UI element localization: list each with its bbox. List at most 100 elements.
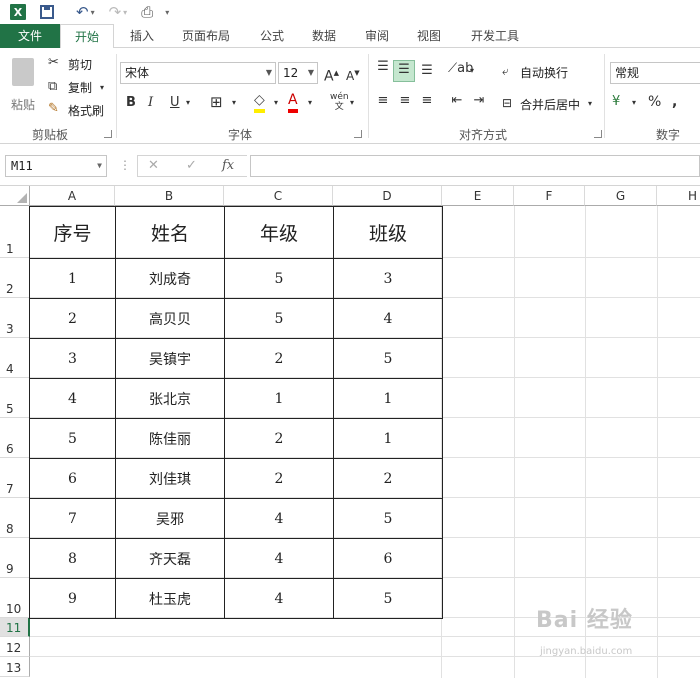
header-cell-class[interactable]: 班级 — [333, 206, 443, 259]
row-header-5[interactable]: 5 — [0, 378, 30, 418]
table-cell[interactable]: 2 — [224, 458, 334, 499]
copy-button[interactable]: 复制 — [68, 79, 92, 96]
table-cell[interactable]: 张北京 — [115, 378, 225, 419]
tab-formulas[interactable]: 公式 — [254, 24, 290, 48]
table-cell[interactable]: 5 — [29, 418, 116, 459]
row-header-4[interactable]: 4 — [0, 338, 30, 378]
column-header-h[interactable]: H — [657, 186, 700, 206]
table-cell[interactable]: 3 — [29, 338, 116, 379]
copy-dropdown-icon[interactable]: ▾ — [100, 79, 104, 97]
increase-indent-icon[interactable]: ⇥ — [470, 92, 488, 110]
print-preview-icon[interactable]: ⎙ — [141, 3, 153, 21]
row-header-9[interactable]: 9 — [0, 538, 30, 578]
row-header-7[interactable]: 7 — [0, 458, 30, 498]
align-right-icon[interactable]: ≡ — [418, 92, 436, 110]
align-center-icon[interactable]: ≡ — [396, 92, 414, 110]
fill-color-icon[interactable]: ◇ — [254, 91, 265, 113]
table-cell[interactable]: 6 — [29, 458, 116, 499]
table-cell[interactable]: 吴邪 — [115, 498, 225, 539]
tab-insert[interactable]: 插入 — [124, 24, 160, 48]
undo-icon[interactable]: ↶ — [76, 3, 89, 21]
font-color-icon[interactable]: A — [288, 91, 298, 113]
wrap-text-button[interactable]: 自动换行 — [520, 64, 568, 81]
paste-button[interactable]: 粘贴 — [8, 56, 40, 112]
phonetic-icon[interactable]: wén 文 — [330, 92, 349, 112]
row-header-1[interactable]: 1 — [0, 206, 30, 258]
customize-icon[interactable]: ▾ — [165, 8, 169, 17]
row-header-10[interactable]: 10 — [0, 578, 30, 618]
table-cell[interactable]: 吴镇宇 — [115, 338, 225, 379]
header-cell-index[interactable]: 序号 — [29, 206, 116, 259]
header-cell-name[interactable]: 姓名 — [115, 206, 225, 259]
merge-center-button[interactable]: 合并后居中 — [520, 96, 580, 113]
increase-font-icon[interactable]: A▲ — [324, 64, 339, 86]
align-middle-icon[interactable]: ☰ — [393, 60, 415, 82]
row-header-3[interactable]: 3 — [0, 298, 30, 338]
font-size-select[interactable]: 12 ▼ — [278, 62, 318, 84]
column-header-g[interactable]: G — [585, 186, 657, 206]
alignment-dialog-launcher[interactable] — [594, 130, 602, 138]
table-cell[interactable]: 4 — [224, 538, 334, 579]
table-cell[interactable]: 3 — [333, 258, 443, 299]
table-cell[interactable]: 5 — [224, 298, 334, 339]
align-bottom-icon[interactable]: ☰ — [418, 62, 436, 80]
table-cell[interactable]: 4 — [29, 378, 116, 419]
row-header-13[interactable]: 13 — [0, 657, 30, 677]
decrease-indent-icon[interactable]: ⇤ — [448, 92, 466, 110]
table-cell[interactable]: 杜玉虎 — [115, 578, 225, 619]
table-cell[interactable]: 5 — [333, 338, 443, 379]
align-top-icon[interactable]: ☰ — [374, 58, 392, 76]
cancel-icon[interactable]: ✕ — [148, 158, 159, 173]
table-cell[interactable]: 齐天磊 — [115, 538, 225, 579]
table-cell[interactable]: 2 — [224, 338, 334, 379]
accounting-format-icon[interactable]: ¥ — [612, 93, 620, 111]
table-cell[interactable]: 7 — [29, 498, 116, 539]
column-header-a[interactable]: A — [30, 186, 115, 206]
font-dialog-launcher[interactable] — [354, 130, 362, 138]
table-cell[interactable]: 2 — [333, 458, 443, 499]
column-header-e[interactable]: E — [442, 186, 514, 206]
row-header-11[interactable]: 11 — [0, 618, 30, 637]
name-box[interactable]: M11 ▼ — [5, 155, 107, 177]
tab-page-layout[interactable]: 页面布局 — [176, 24, 236, 48]
column-header-d[interactable]: D — [333, 186, 442, 206]
table-cell[interactable]: 9 — [29, 578, 116, 619]
bold-button[interactable]: B — [126, 94, 136, 112]
table-cell[interactable]: 4 — [224, 578, 334, 619]
align-left-icon[interactable]: ≡ — [374, 92, 392, 110]
tab-file[interactable]: 文件 — [0, 24, 60, 48]
phonetic-dropdown-icon[interactable]: ▾ — [350, 94, 354, 112]
table-cell[interactable]: 2 — [224, 418, 334, 459]
cut-button[interactable]: 剪切 — [68, 56, 92, 73]
number-format-select[interactable]: 常规 — [610, 62, 700, 84]
row-header-2[interactable]: 2 — [0, 258, 30, 298]
insert-function-icon[interactable]: fx — [222, 158, 234, 173]
fill-color-dropdown-icon[interactable]: ▾ — [274, 94, 278, 112]
column-header-b[interactable]: B — [115, 186, 224, 206]
accounting-dropdown-icon[interactable]: ▾ — [632, 94, 636, 112]
table-cell[interactable]: 刘佳琪 — [115, 458, 225, 499]
merge-dropdown-icon[interactable]: ▾ — [588, 95, 592, 113]
table-cell[interactable]: 高贝贝 — [115, 298, 225, 339]
table-cell[interactable]: 1 — [333, 378, 443, 419]
table-cell[interactable]: 1 — [224, 378, 334, 419]
table-cell[interactable]: 4 — [333, 298, 443, 339]
save-icon[interactable] — [40, 5, 54, 19]
column-header-c[interactable]: C — [224, 186, 333, 206]
column-header-f[interactable]: F — [514, 186, 585, 206]
table-cell[interactable]: 刘成奇 — [115, 258, 225, 299]
select-all-button[interactable] — [0, 186, 30, 206]
table-cell[interactable]: 陈佳丽 — [115, 418, 225, 459]
undo-dropdown-icon[interactable]: ▾ — [91, 8, 95, 17]
worksheet-grid[interactable]: A B C D E F G H 1 2 3 4 5 6 7 8 9 10 11 … — [0, 186, 700, 678]
table-cell[interactable]: 5 — [333, 498, 443, 539]
border-icon[interactable]: ⊞ — [210, 93, 223, 111]
border-dropdown-icon[interactable]: ▾ — [232, 94, 236, 112]
underline-button[interactable]: U — [170, 94, 180, 112]
decrease-font-icon[interactable]: A▼ — [346, 64, 360, 85]
table-cell[interactable]: 5 — [224, 258, 334, 299]
table-cell[interactable]: 8 — [29, 538, 116, 579]
table-cell[interactable]: 1 — [333, 418, 443, 459]
tab-developer[interactable]: 开发工具 — [464, 24, 526, 48]
enter-icon[interactable]: ✓ — [186, 158, 197, 173]
